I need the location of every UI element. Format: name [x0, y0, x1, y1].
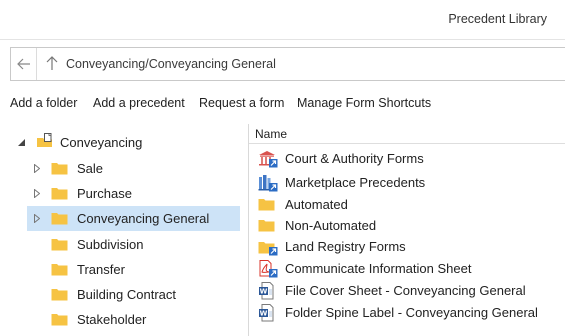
folder-icon — [51, 312, 68, 326]
list-item-label: Automated — [285, 197, 348, 212]
list-item-file-cover-sheet[interactable]: W File Cover Sheet - Conveyancing Genera… — [249, 280, 565, 301]
tree-item-conveyancing-general[interactable]: Conveyancing General — [27, 206, 240, 231]
list-item-folder-spine-label[interactable]: W Folder Spine Label - Conveyancing Gene… — [249, 302, 565, 323]
list-item-label: Land Registry Forms — [285, 239, 406, 254]
list-item-label: Non-Automated — [285, 218, 377, 233]
tree-label: Transfer — [77, 262, 125, 277]
list-item-marketplace-precedents[interactable]: Marketplace Precedents — [249, 172, 565, 193]
folder-icon — [51, 237, 68, 251]
precedent-list: Name Court & Authority Forms Marketplace… — [249, 124, 565, 336]
marketplace-shortcut-icon — [258, 174, 278, 192]
add-precedent-button[interactable]: Add a precedent — [93, 96, 185, 110]
tree-item-subdivision[interactable]: Subdivision — [27, 232, 240, 257]
list-item-non-automated[interactable]: Non-Automated — [249, 215, 565, 236]
expanded-caret-icon[interactable] — [18, 139, 25, 146]
svg-text:W: W — [260, 288, 268, 296]
folder-shortcut-icon — [258, 238, 278, 256]
window-title: Precedent Library — [448, 12, 547, 26]
tree-root-conveyancing[interactable]: Conveyancing — [0, 130, 248, 155]
column-header-name[interactable]: Name — [249, 124, 565, 144]
collapsed-caret-icon[interactable] — [34, 164, 40, 173]
word-document-icon: W — [258, 304, 276, 322]
tree-label: Building Contract — [77, 287, 176, 302]
address-path[interactable]: Conveyancing/Conveyancing General — [66, 57, 276, 71]
folder-icon — [51, 262, 68, 276]
tree-item-purchase[interactable]: Purchase — [27, 181, 240, 206]
list-item-communicate-information-sheet[interactable]: Communicate Information Sheet — [249, 258, 565, 279]
folder-icon — [51, 287, 68, 301]
list-item-court-authority-forms[interactable]: Court & Authority Forms — [249, 148, 565, 169]
folder-document-icon — [36, 132, 54, 150]
column-header-label: Name — [255, 127, 288, 141]
tree-label: Stakeholder — [77, 312, 147, 327]
tree-item-transfer[interactable]: Transfer — [27, 257, 240, 282]
folder-icon — [258, 197, 275, 211]
tree-label: Conveyancing — [60, 135, 143, 150]
folder-icon — [51, 211, 68, 225]
court-shortcut-icon — [258, 150, 278, 168]
svg-text:W: W — [260, 310, 268, 318]
folder-icon — [51, 186, 68, 200]
list-item-label: Folder Spine Label - Conveyancing Genera… — [285, 305, 538, 320]
request-form-button[interactable]: Request a form — [199, 96, 284, 110]
tree-label: Sale — [77, 161, 104, 176]
arrow-up-icon[interactable] — [42, 48, 62, 80]
address-bar[interactable]: Conveyancing/Conveyancing General — [10, 47, 565, 81]
pdf-shortcut-icon — [258, 260, 278, 278]
title-bar: Precedent Library — [0, 0, 565, 40]
collapsed-caret-icon[interactable] — [34, 189, 40, 198]
tree-label: Subdivision — [77, 237, 144, 252]
tree-label: Purchase — [77, 186, 132, 201]
list-item-label: File Cover Sheet - Conveyancing General — [285, 283, 526, 298]
list-item-land-registry-forms[interactable]: Land Registry Forms — [249, 236, 565, 257]
folder-tree: Conveyancing Sale Purchase Conveyancing … — [0, 124, 248, 336]
word-document-icon: W — [258, 282, 276, 300]
tree-item-stakeholder[interactable]: Stakeholder — [27, 307, 240, 332]
tree-item-building-contract[interactable]: Building Contract — [27, 282, 240, 307]
list-item-label: Marketplace Precedents — [285, 175, 426, 190]
folder-icon — [51, 161, 68, 175]
folder-icon — [258, 218, 275, 232]
arrow-left-icon[interactable] — [11, 48, 37, 80]
tree-item-sale[interactable]: Sale — [27, 156, 240, 181]
tree-label: Conveyancing General — [77, 211, 210, 226]
add-folder-button[interactable]: Add a folder — [10, 96, 77, 110]
list-item-label: Court & Authority Forms — [285, 151, 424, 166]
collapsed-caret-icon[interactable] — [34, 214, 40, 223]
manage-form-shortcuts-button[interactable]: Manage Form Shortcuts — [297, 96, 431, 110]
list-item-automated[interactable]: Automated — [249, 194, 565, 215]
list-item-label: Communicate Information Sheet — [285, 261, 472, 276]
